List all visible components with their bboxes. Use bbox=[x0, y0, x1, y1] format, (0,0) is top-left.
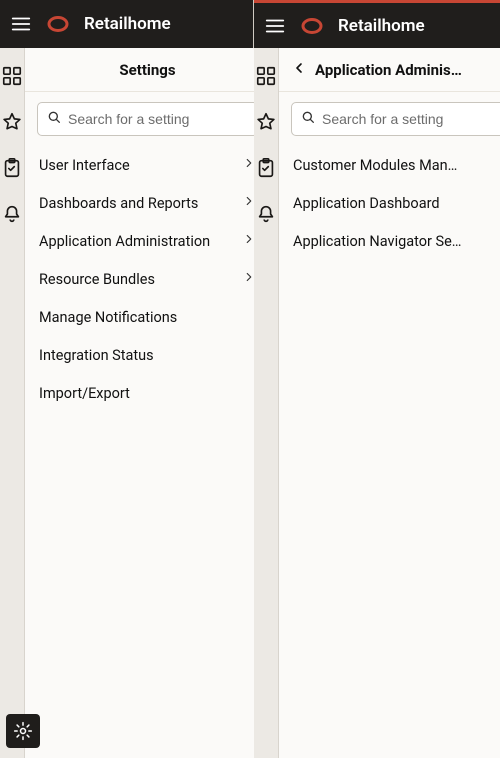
search-input[interactable] bbox=[322, 111, 500, 127]
grid-icon[interactable] bbox=[254, 64, 278, 88]
menu-item-label: Application Navigator Se… bbox=[293, 233, 500, 250]
app-title: Retailhome bbox=[338, 16, 425, 36]
hamburger-icon[interactable] bbox=[10, 13, 32, 35]
menu-item[interactable]: Resource Bundles bbox=[25, 260, 270, 298]
menu-item-label: Integration Status bbox=[39, 347, 256, 364]
clipboard-icon[interactable] bbox=[0, 156, 24, 180]
star-icon[interactable] bbox=[254, 110, 278, 134]
panel-title: Settings bbox=[119, 61, 175, 79]
menu-item-label: Application Dashboard bbox=[293, 195, 500, 212]
panel-title: Application Administra… bbox=[315, 61, 465, 79]
search-box[interactable] bbox=[291, 102, 500, 136]
oracle-logo-icon bbox=[300, 14, 324, 38]
panel-header-app-admin: Application Administra… bbox=[279, 48, 500, 92]
menu-item[interactable]: Integration Status bbox=[25, 336, 270, 374]
nav-rail bbox=[254, 48, 279, 758]
settings-menu: User Interface Dashboards and Reports Appl… bbox=[25, 146, 270, 412]
search-box[interactable] bbox=[37, 102, 258, 136]
menu-item[interactable]: Application Navigator Se… bbox=[279, 222, 500, 260]
panel-header-settings: Settings bbox=[25, 48, 270, 92]
topbar: Retailhome bbox=[254, 0, 500, 48]
menu-item-label: Dashboards and Reports bbox=[39, 195, 236, 212]
bell-icon[interactable] bbox=[0, 202, 24, 226]
nav-rail bbox=[0, 48, 25, 758]
menu-item-label: Resource Bundles bbox=[39, 271, 236, 288]
topbar: Retailhome bbox=[0, 0, 253, 48]
oracle-logo-icon bbox=[46, 12, 70, 36]
back-icon[interactable] bbox=[291, 60, 307, 80]
menu-item[interactable]: Dashboards and Reports bbox=[25, 184, 270, 222]
app-admin-menu: Customer Modules Man… Application Dashboa… bbox=[279, 146, 500, 260]
menu-item-label: Application Administration bbox=[39, 233, 236, 250]
settings-gear-button[interactable] bbox=[6, 714, 40, 748]
menu-item-label: User Interface bbox=[39, 157, 236, 174]
menu-item[interactable]: User Interface bbox=[25, 146, 270, 184]
menu-item[interactable]: Customer Modules Man… bbox=[279, 146, 500, 184]
menu-item-label: Import/Export bbox=[39, 385, 256, 402]
menu-item[interactable]: Application Dashboard bbox=[279, 184, 500, 222]
clipboard-icon[interactable] bbox=[254, 156, 278, 180]
menu-item[interactable]: Manage Notifications bbox=[25, 298, 270, 336]
grid-icon[interactable] bbox=[0, 64, 24, 88]
menu-item-label: Customer Modules Man… bbox=[293, 157, 500, 174]
search-icon bbox=[300, 109, 316, 129]
search-input[interactable] bbox=[68, 111, 249, 127]
menu-item[interactable]: Import/Export bbox=[25, 374, 270, 412]
hamburger-icon[interactable] bbox=[264, 15, 286, 37]
bell-icon[interactable] bbox=[254, 202, 278, 226]
star-icon[interactable] bbox=[0, 110, 24, 134]
menu-item[interactable]: Application Administration bbox=[25, 222, 270, 260]
app-title: Retailhome bbox=[84, 14, 171, 34]
search-icon bbox=[46, 109, 62, 129]
menu-item-label: Manage Notifications bbox=[39, 309, 256, 326]
